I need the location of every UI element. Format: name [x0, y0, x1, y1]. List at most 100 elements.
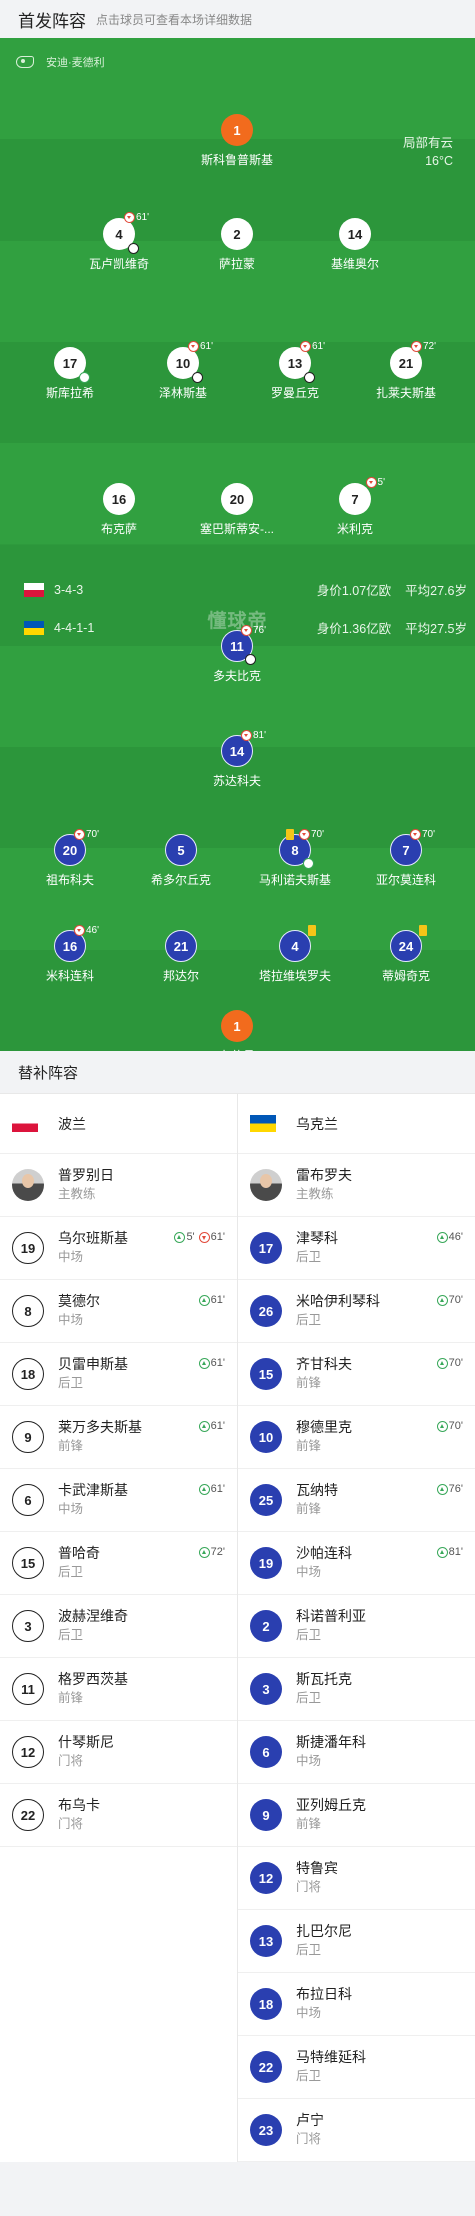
sub-name: 什琴斯尼	[58, 1734, 114, 1750]
home-subs-column: 波兰 普罗别日 主教练 19 乌尔班斯基 中场 5' 61' 8 莫德尔 中场 61' 18 贝雷申…	[0, 1094, 237, 2162]
player-name: 斯库拉希	[45, 386, 94, 400]
sub-event: 81'	[436, 1546, 463, 1558]
away-sub-row[interactable]: 9 亚列姆丘克 前锋	[238, 1784, 475, 1847]
home-player[interactable]: 21 72' 扎莱夫斯基	[351, 341, 461, 401]
away-player[interactable]: 5 希多尔丘克	[126, 834, 236, 888]
sub-in-icon	[174, 1231, 186, 1243]
sub-name: 米哈伊利琴科	[296, 1293, 380, 1309]
sub-in-minute: 46'	[448, 1231, 463, 1243]
away-player[interactable]: 11 76' 多夫比克	[182, 625, 292, 684]
player-number-text: 20	[229, 491, 245, 507]
sub-events: 70'	[433, 1294, 463, 1306]
away-player[interactable]: 16 46' 米科连科	[15, 925, 125, 984]
home-sub-row[interactable]: 8 莫德尔 中场 61'	[0, 1280, 237, 1343]
home-sub-row[interactable]: 9 莱万多夫斯基 前锋 61'	[0, 1406, 237, 1469]
away-sub-row[interactable]: 22 马特维延科 后卫	[238, 2036, 475, 2099]
home-sub-row[interactable]: 19 乌尔班斯基 中场 5' 61'	[0, 1217, 237, 1280]
player-number-text: 4	[115, 226, 123, 242]
sub-number: 13	[250, 1925, 282, 1957]
player-number: 17	[54, 347, 90, 383]
player-name: 苏达科夫	[212, 774, 261, 788]
sub-position: 后卫	[296, 1943, 322, 1957]
player-name: 瓦卢凯维奇	[88, 257, 149, 271]
sub-events: 61'	[195, 1420, 225, 1432]
sub-name: 莱万多夫斯基	[58, 1419, 142, 1435]
away-sub-row[interactable]: 18 布拉日科 中场	[238, 1973, 475, 2036]
home-sub-row[interactable]: 12 什琴斯尼 门将	[0, 1721, 237, 1784]
away-player[interactable]: 1 布什昌	[182, 1010, 292, 1051]
sub-name: 亚列姆丘克	[296, 1797, 366, 1813]
player-number-text: 1	[233, 1018, 241, 1034]
sub-event: 61'	[198, 1294, 225, 1306]
sub-number: 19	[12, 1232, 44, 1264]
sub-in-minute: 61'	[210, 1294, 225, 1306]
sub-out-badge: 70'	[409, 829, 435, 840]
player-number-text: 21	[398, 355, 414, 371]
away-sub-row[interactable]: 10 穆德里克 前锋 70'	[238, 1406, 475, 1469]
whistle-icon	[16, 56, 34, 68]
sub-number: 9	[12, 1421, 44, 1453]
sub-position: 后卫	[58, 1376, 84, 1390]
away-sub-row[interactable]: 15 齐甘科夫 前锋 70'	[238, 1343, 475, 1406]
player-number: 7 70'	[390, 829, 435, 866]
away-player[interactable]: 24 蒂姆奇克	[351, 925, 461, 984]
sub-name: 乌尔班斯基	[58, 1230, 128, 1246]
home-player[interactable]: 1 斯科鲁普斯基	[182, 114, 292, 168]
home-player[interactable]: 20 塞巴斯蒂安-...	[182, 483, 292, 537]
away-player[interactable]: 20 70' 祖布科夫	[15, 829, 125, 888]
away-player[interactable]: 7 70' 亚尔莫连科	[351, 829, 461, 888]
sub-out-icon	[298, 829, 310, 840]
away-coach-row[interactable]: 雷布罗夫 主教练	[238, 1154, 475, 1217]
sub-events: 72'	[195, 1546, 225, 1558]
home-player[interactable]: 10 61' 泽林斯基	[128, 341, 238, 401]
home-coach-row[interactable]: 普罗别日 主教练	[0, 1154, 237, 1217]
home-player[interactable]: 4 61' 瓦卢凯维奇	[64, 212, 174, 272]
away-sub-row[interactable]: 17 津琴科 后卫 46'	[238, 1217, 475, 1280]
home-sub-row[interactable]: 15 普哈奇 后卫 72'	[0, 1532, 237, 1595]
away-player[interactable]: 21 邦达尔	[126, 930, 236, 984]
away-sub-row[interactable]: 2 科诺普利亚 后卫	[238, 1595, 475, 1658]
weather-text: 局部有云	[402, 136, 453, 150]
away-value: 身价1.36亿欧	[316, 622, 392, 636]
sub-info: 乌尔班斯基 中场	[58, 1229, 128, 1267]
sub-number: 25	[250, 1484, 282, 1516]
home-sub-row[interactable]: 11 格罗西茨基 前锋	[0, 1658, 237, 1721]
home-player[interactable]: 16 布克萨	[64, 483, 174, 537]
home-player[interactable]: 7 5' 米利克	[300, 477, 410, 537]
sub-name: 波赫涅维奇	[58, 1608, 128, 1624]
player-name: 塞巴斯蒂安-...	[200, 522, 274, 536]
home-sub-row[interactable]: 22 布乌卡 门将	[0, 1784, 237, 1847]
away-sub-row[interactable]: 3 斯瓦托克 后卫	[238, 1658, 475, 1721]
sub-info: 卢宁 门将	[296, 2111, 324, 2149]
player-name: 斯科鲁普斯基	[200, 153, 273, 167]
sub-number: 10	[250, 1421, 282, 1453]
away-sub-row[interactable]: 12 特鲁宾 门将	[238, 1847, 475, 1910]
away-player[interactable]: 4 塔拉维埃罗夫	[240, 925, 350, 984]
home-player[interactable]: 14 基维奥尔	[300, 218, 410, 272]
away-sub-row[interactable]: 23 卢宁 门将	[238, 2099, 475, 2162]
away-sub-row[interactable]: 26 米哈伊利琴科 后卫 70'	[238, 1280, 475, 1343]
yellow-card-icon	[286, 829, 294, 840]
away-sub-row[interactable]: 19 沙帕连科 中场 81'	[238, 1532, 475, 1595]
home-player[interactable]: 13 61' 罗曼丘克	[240, 341, 350, 401]
sub-out-icon	[73, 925, 85, 936]
away-team-name: 乌克兰	[296, 1115, 338, 1132]
home-sub-row[interactable]: 3 波赫涅维奇 后卫	[0, 1595, 237, 1658]
player-number: 5	[165, 834, 197, 866]
away-player[interactable]: 8 70' 马利诺夫斯基	[240, 829, 350, 888]
away-sub-row[interactable]: 13 扎巴尔尼 后卫	[238, 1910, 475, 1973]
player-number: 16	[103, 483, 135, 515]
away-sub-row[interactable]: 6 斯捷潘年科 中场	[238, 1721, 475, 1784]
away-sub-row[interactable]: 25 瓦纳特 前锋 76'	[238, 1469, 475, 1532]
poland-flag-icon	[12, 1115, 38, 1132]
home-player[interactable]: 2 萨拉蒙	[182, 218, 292, 272]
goal-ball-icon	[192, 372, 203, 383]
sub-out-minute: 61'	[135, 212, 149, 223]
home-player[interactable]: 17 斯库拉希	[15, 347, 125, 401]
sub-in-minute: 70'	[448, 1420, 463, 1432]
home-sub-row[interactable]: 18 贝雷申斯基 后卫 61'	[0, 1343, 237, 1406]
home-sub-row[interactable]: 6 卡武津斯基 中场 61'	[0, 1469, 237, 1532]
away-player[interactable]: 14 81' 苏达科夫	[182, 730, 292, 789]
sub-position: 中场	[296, 1565, 322, 1579]
sub-out-icon	[299, 341, 311, 352]
